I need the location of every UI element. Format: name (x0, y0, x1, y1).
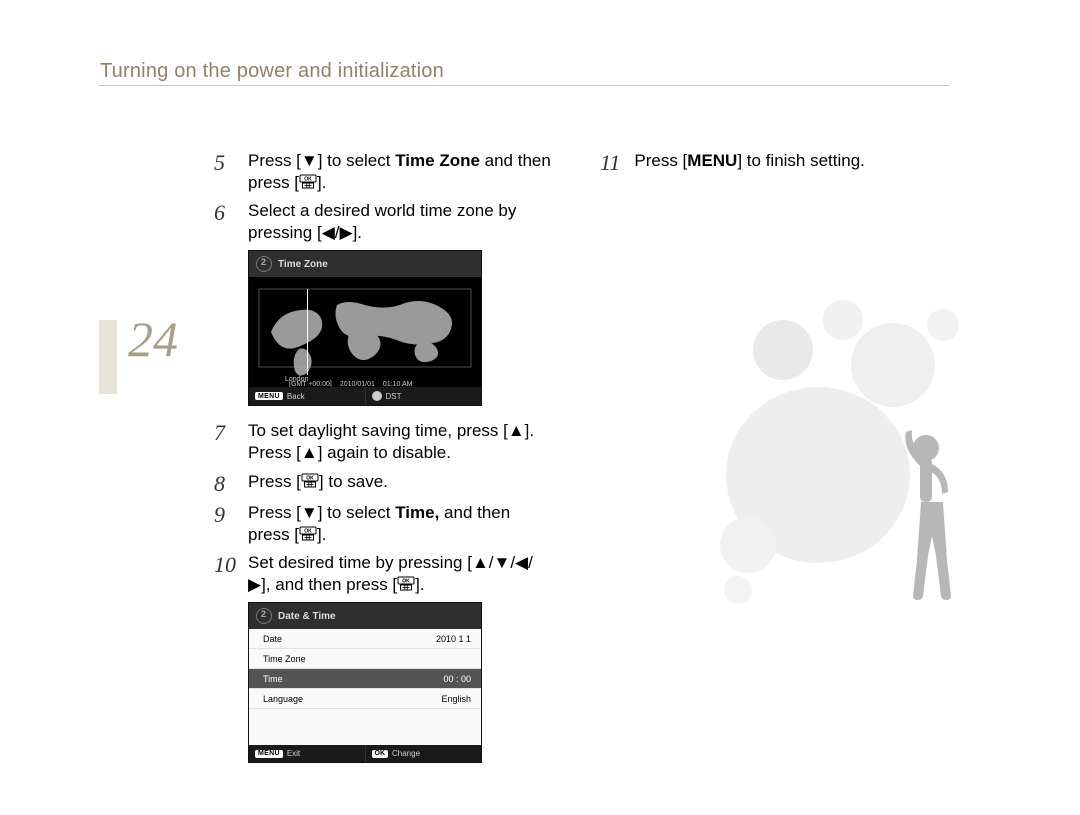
ok-icon: OK (301, 473, 319, 489)
step-text: To set daylight saving time, press [▲]. … (248, 420, 552, 464)
step-8: 8 Press [OK] to save. (214, 471, 552, 496)
meridian-line (307, 289, 308, 375)
dst-icon (372, 391, 382, 401)
ok-icon: OK (397, 576, 415, 592)
step-text: Press [▼] to select Time Zone and then p… (248, 150, 552, 194)
lcd-title-bar: Date & Time (249, 603, 481, 629)
step-number: 9 (214, 502, 234, 527)
bar-exit[interactable]: MENU Exit (249, 745, 366, 762)
date-readout: 2010/01/01 (340, 381, 375, 388)
ok-icon: OK (299, 526, 317, 542)
gmt-offset: [GMT +00:00] (289, 381, 332, 388)
lcd-datetime-panel: Date & Time Date2010 1 1 Time Zone Time0… (248, 602, 482, 763)
step-text: Select a desired world time zone by pres… (248, 200, 552, 244)
step-text: Press [MENU] to finish setting. (634, 150, 865, 172)
svg-text:OK: OK (402, 579, 410, 585)
step-number: 10 (214, 552, 234, 577)
step-11: 11 Press [MENU] to finish setting. (600, 150, 938, 175)
step-text: Set desired time by pressing [▲/▼/◀/▶], … (248, 552, 552, 596)
step-10: 10 Set desired time by pressing [▲/▼/◀/▶… (214, 552, 552, 596)
lcd-title-text: Time Zone (278, 259, 328, 270)
setting-row-time[interactable]: Time00 : 00 (249, 669, 481, 689)
step-number: 5 (214, 150, 234, 175)
gear-icon (256, 256, 272, 272)
step-number: 11 (600, 150, 620, 175)
ok-badge-icon: OK (372, 750, 389, 758)
svg-text:OK: OK (304, 529, 312, 535)
menu-badge-icon: MENU (255, 392, 283, 400)
menu-badge-icon: MENU (255, 750, 283, 758)
left-column: 5 Press [▼] to select Time Zone and then… (214, 150, 552, 777)
step-text: Press [▼] to select Time, and then press… (248, 502, 552, 546)
header-divider (99, 85, 949, 86)
world-map-display: London [GMT +00:00] 2010/01/01 01:10 AM (249, 277, 481, 387)
step-5: 5 Press [▼] to select Time Zone and then… (214, 150, 552, 194)
svg-text:OK: OK (306, 475, 314, 481)
bar-back[interactable]: MENU Back (249, 387, 366, 405)
setting-row-language[interactable]: LanguageEnglish (249, 689, 481, 709)
step-text: Press [OK] to save. (248, 471, 388, 493)
lcd-bottom-bar: MENU Exit OK Change (249, 745, 481, 762)
decorative-figure (688, 280, 1018, 700)
step-7: 7 To set daylight saving time, press [▲]… (214, 420, 552, 464)
lcd-timezone-panel: Time Zone London (248, 250, 482, 406)
settings-list: Date2010 1 1 Time Zone Time00 : 00 Langu… (249, 629, 481, 745)
step-number: 7 (214, 420, 234, 445)
ok-icon: OK (299, 174, 317, 190)
side-thumb-tab (99, 320, 117, 394)
setting-row-date[interactable]: Date2010 1 1 (249, 629, 481, 649)
lcd-title-text: Date & Time (278, 611, 336, 622)
bar-dst[interactable]: DST (366, 387, 482, 405)
gear-icon (256, 608, 272, 624)
step-number: 6 (214, 200, 234, 225)
lcd-bottom-bar: MENU Back DST (249, 387, 481, 405)
page-section-title: Turning on the power and initialization (100, 60, 444, 83)
time-readout: 01:10 AM (383, 381, 413, 388)
setting-row-timezone[interactable]: Time Zone (249, 649, 481, 669)
svg-text:OK: OK (304, 177, 312, 183)
step-9: 9 Press [▼] to select Time, and then pre… (214, 502, 552, 546)
lcd-title-bar: Time Zone (249, 251, 481, 277)
step-number: 8 (214, 471, 234, 496)
bar-change[interactable]: OK Change (366, 745, 482, 762)
page-number: 24 (128, 310, 178, 368)
step-6: 6 Select a desired world time zone by pr… (214, 200, 552, 244)
